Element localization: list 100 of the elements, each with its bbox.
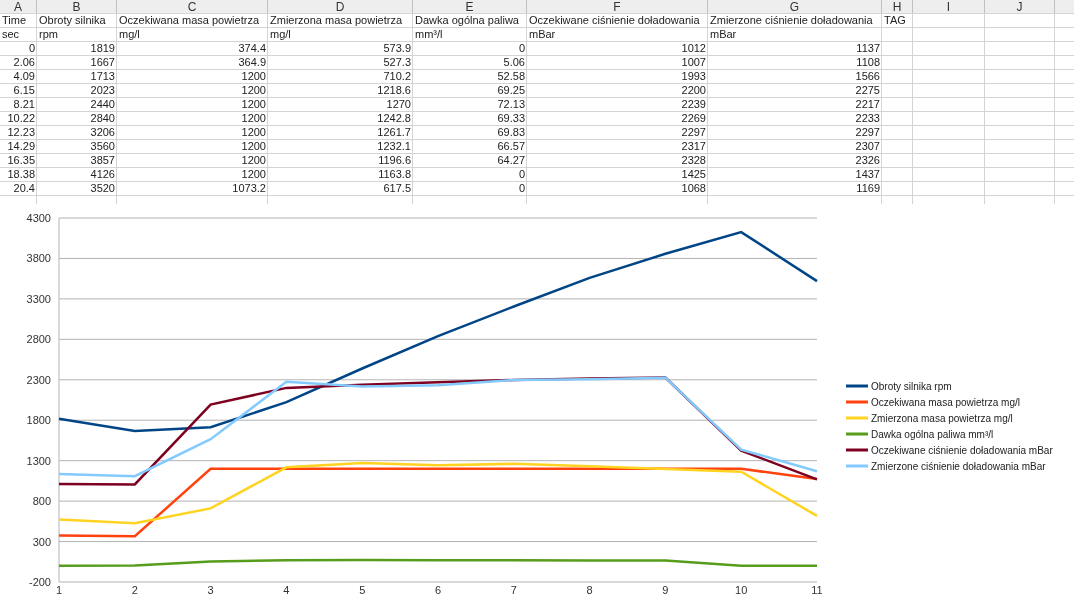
- table-cell: 2317: [681, 140, 706, 153]
- table-cell: 1200: [241, 126, 266, 139]
- unit-cell: mBar: [529, 28, 556, 41]
- table-cell: 1200: [241, 70, 266, 83]
- table-cell: 1437: [855, 168, 880, 181]
- legend-label: Zmierzone ciśnienie doładowania mBar: [871, 461, 1046, 472]
- table-cell: 0: [518, 168, 525, 181]
- table-cell: 2297: [855, 126, 880, 139]
- column-header[interactable]: C: [117, 0, 268, 13]
- table-cell: 1200: [241, 168, 266, 181]
- table-cell: 1200: [241, 154, 266, 167]
- table-cell: 52.58: [497, 70, 525, 83]
- table-cell: 1232.1: [377, 140, 411, 153]
- table-cell: 1218.6: [377, 84, 411, 97]
- x-tick-label: 4: [283, 584, 290, 596]
- table-cell: 1425: [681, 168, 706, 181]
- x-tick-label: 5: [359, 584, 366, 596]
- table-cell: 2328: [681, 154, 706, 167]
- table-cell: 18.38: [7, 168, 35, 181]
- table-cell: 1196.6: [378, 154, 411, 167]
- header-cell: Oczekiwana masa powietrza: [119, 14, 259, 27]
- table-cell: 0: [28, 42, 35, 55]
- legend-label: Oczekiwana masa powietrza mg/l: [871, 397, 1020, 408]
- table-cell: 72.13: [497, 98, 525, 111]
- table-cell: 364.9: [238, 56, 266, 69]
- table-cell: 2297: [681, 126, 706, 139]
- table-cell: 20.4: [13, 182, 35, 195]
- header-cell: Dawka ogólna paliwa: [415, 14, 519, 27]
- table-cell: 2840: [90, 112, 115, 125]
- column-header[interactable]: G: [708, 0, 882, 13]
- table-cell: 1200: [241, 112, 266, 125]
- table-cell: 1169: [856, 182, 880, 195]
- column-header[interactable]: I: [913, 0, 985, 13]
- table-cell: 2440: [90, 98, 115, 111]
- table-cell: 1200: [241, 140, 266, 153]
- header-cell: Time: [2, 14, 27, 27]
- legend-swatch: [846, 416, 868, 420]
- table-cell: 1993: [681, 70, 706, 83]
- y-tick-label: 3300: [26, 292, 51, 305]
- unit-cell: sec: [2, 28, 20, 41]
- table-cell: 1012: [681, 42, 706, 55]
- table-cell: 16.35: [7, 154, 35, 167]
- unit-cell: mm³/l: [415, 28, 443, 41]
- table-cell: 2233: [855, 112, 880, 125]
- legend-label: Dawka ogólna paliwa mm³/l: [871, 429, 994, 440]
- unit-cell: mg/l: [270, 28, 291, 41]
- table-cell: 4126: [90, 168, 115, 181]
- legend-label: Obroty silnika rpm: [871, 381, 952, 392]
- table-cell: 3857: [90, 154, 115, 167]
- y-tick-label: 800: [32, 495, 51, 508]
- table-cell: 1270: [386, 98, 411, 111]
- legend-swatch: [846, 400, 868, 404]
- table-cell: 1108: [856, 56, 880, 69]
- table-cell: 2200: [681, 84, 706, 97]
- table-cell: 1667: [90, 56, 115, 69]
- table-cell: 1819: [90, 42, 115, 55]
- table-cell: 1163.8: [378, 168, 411, 181]
- column-header[interactable]: D: [268, 0, 413, 13]
- column-header[interactable]: F: [527, 0, 708, 13]
- y-tick-label: 1300: [26, 454, 51, 467]
- table-cell: 6.15: [13, 84, 35, 97]
- table-cell: 2326: [855, 154, 880, 167]
- table-cell: 69.83: [497, 126, 525, 139]
- table-cell: 3206: [90, 126, 115, 139]
- table-cell: 1713: [90, 70, 115, 83]
- table-cell: 3520: [90, 182, 115, 195]
- column-header[interactable]: J: [985, 0, 1055, 13]
- x-tick-label: 1: [55, 584, 63, 596]
- unit-cell: mg/l: [119, 28, 140, 41]
- header-cell: Zmierzona masa powietrza: [270, 14, 403, 27]
- table-cell: 0: [518, 182, 525, 195]
- x-tick-label: 3: [207, 584, 214, 596]
- x-tick-label: 8: [586, 584, 593, 596]
- x-tick-label: 11: [811, 584, 823, 596]
- column-header[interactable]: A: [0, 0, 37, 13]
- x-tick-label: 6: [434, 584, 442, 596]
- table-cell: 1566: [855, 70, 880, 83]
- table-cell: 2269: [681, 112, 706, 125]
- table-cell: 14.29: [7, 140, 35, 153]
- table-cell: 1137: [856, 42, 880, 55]
- table-cell: 2023: [90, 84, 115, 97]
- column-header[interactable]: H: [882, 0, 913, 13]
- y-tick-label: 3800: [26, 252, 51, 265]
- table-cell: 617.5: [383, 182, 411, 195]
- table-cell: 4.09: [13, 70, 35, 83]
- header-cell: Oczekiwane ciśnienie doładowania: [529, 14, 700, 27]
- table-cell: 1200: [241, 84, 266, 97]
- table-cell: 5.06: [503, 56, 525, 69]
- column-header[interactable]: B: [37, 0, 117, 13]
- unit-cell: rpm: [39, 28, 58, 41]
- x-tick-label: 2: [131, 584, 138, 596]
- y-tick-label: 2800: [26, 333, 51, 346]
- table-cell: 2217: [855, 98, 880, 111]
- y-tick-label: 2300: [26, 373, 51, 386]
- table-cell: 1242.8: [377, 112, 411, 125]
- column-header[interactable]: E: [413, 0, 527, 13]
- table-cell: 2307: [855, 140, 880, 153]
- table-cell: 2275: [855, 84, 880, 97]
- y-tick-label: -200: [28, 576, 51, 588]
- header-cell: TAG: [884, 14, 906, 27]
